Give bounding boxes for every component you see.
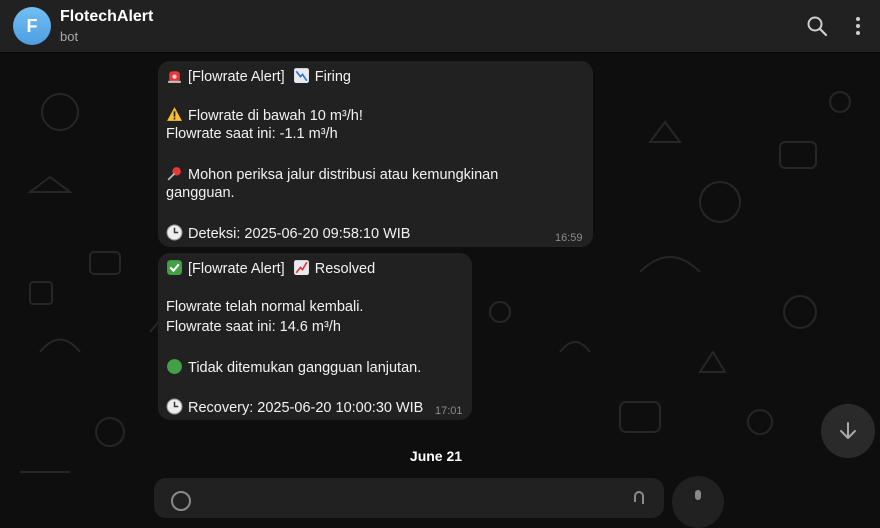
message-line: Flowrate saat ini: 14.6 m³/h — [166, 319, 341, 335]
green-circle-icon — [167, 359, 182, 374]
message-bubble-firing[interactable]: [Flowrate Alert] Firing Flowrate di bawa… — [158, 61, 593, 247]
voice-record-button[interactable] — [672, 476, 724, 528]
check-mark-icon — [167, 260, 182, 275]
chart-decreasing-icon — [293, 68, 309, 83]
message-line: [Flowrate Alert] Firing — [166, 67, 351, 85]
message-input-bar[interactable] — [154, 478, 664, 518]
message-line: Recovery: 2025-06-20 10:00:30 WIB — [166, 398, 423, 416]
scroll-down-button[interactable] — [821, 404, 875, 458]
message-line: Deteksi: 2025-06-20 09:58:10 WIB — [166, 224, 410, 242]
warning-icon — [167, 107, 182, 121]
message-line: [Flowrate Alert] Resolved — [166, 259, 375, 277]
message-line: Tidak ditemukan gangguan lanjutan. — [166, 358, 421, 376]
search-icon[interactable] — [805, 14, 829, 38]
pushpin-icon — [167, 167, 181, 181]
message-time: 16:59 — [555, 232, 583, 244]
attach-icon[interactable] — [628, 490, 650, 512]
microphone-icon — [695, 490, 701, 500]
more-vertical-icon[interactable] — [846, 14, 870, 38]
message-line: gangguan. — [166, 185, 235, 201]
message-line: Flowrate di bawah 10 m³/h! — [166, 106, 363, 124]
chat-header: F FlotechAlert bot — [0, 0, 880, 52]
clock-icon — [166, 398, 183, 415]
clock-icon — [166, 224, 183, 241]
message-line: Flowrate telah normal kembali. — [166, 299, 364, 315]
siren-icon — [168, 71, 181, 83]
chat-subtitle: bot — [60, 29, 79, 44]
arrow-down-icon — [840, 422, 856, 439]
date-separator: June 21 — [409, 448, 463, 464]
message-line: Flowrate saat ini: -1.1 m³/h — [166, 126, 338, 142]
emoji-icon[interactable] — [170, 490, 192, 512]
chart-increasing-icon — [293, 260, 309, 275]
avatar[interactable]: F — [13, 7, 51, 45]
message-bubble-resolved[interactable]: [Flowrate Alert] Resolved Flowrate telah… — [158, 253, 472, 420]
chat-title[interactable]: FlotechAlert — [60, 8, 153, 26]
message-line: Mohon periksa jalur distribusi atau kemu… — [166, 165, 498, 183]
message-time: 17:01 — [435, 405, 463, 417]
